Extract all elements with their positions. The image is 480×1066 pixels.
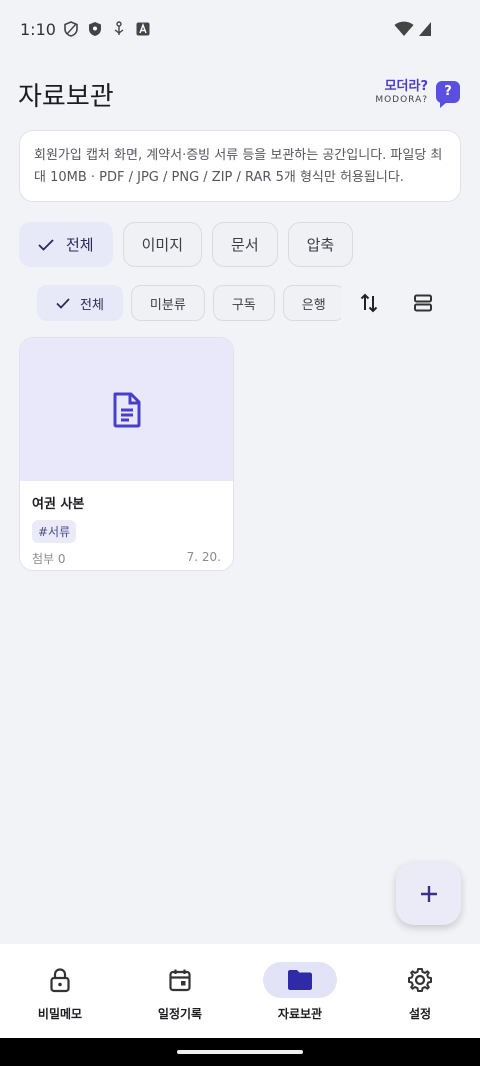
type-chip-label: 압축: [306, 236, 335, 254]
view-toggle-button[interactable]: [410, 290, 436, 316]
gear-icon: [408, 968, 432, 992]
nav-label: 비밀메모: [37, 1007, 83, 1021]
page-title: 자료보관: [18, 82, 114, 112]
nav-label: 설정: [408, 1007, 432, 1021]
document-title: 여권 사본: [32, 497, 85, 512]
wifi-icon: [394, 21, 414, 36]
category-chip-bank[interactable]: 은행: [282, 285, 341, 321]
status-bar: 1:10: [0, 0, 480, 62]
document-icon: [113, 392, 140, 427]
type-chip-image[interactable]: 이미지: [122, 222, 203, 267]
type-filter-chips: 전체 이미지 문서 압축: [19, 222, 354, 267]
app-header: 자료보관 모더라? MODORA? ?: [0, 70, 480, 120]
plus-icon: [420, 885, 437, 902]
info-text: 회원가입 캡처 화면, 계약서·증빙 서류 등을 보관하는 공간입니다. 파일당…: [34, 148, 443, 185]
document-tag: #서류: [32, 520, 77, 543]
system-gesture-bar: [0, 1038, 480, 1066]
document-card[interactable]: 여권 사본 #서류 첨부 0 7. 20.: [19, 337, 234, 571]
shield-icon: [89, 22, 101, 36]
type-chip-document[interactable]: 문서: [212, 222, 278, 267]
category-chip-subscription[interactable]: 구독: [212, 285, 275, 321]
view-agenda-icon: [414, 294, 432, 312]
category-chip-label: 전체: [80, 297, 104, 313]
help-button[interactable]: 모더라? MODORA?: [375, 80, 428, 105]
category-chip-label: 은행: [301, 297, 326, 313]
check-icon: [56, 297, 70, 309]
lock-icon: [50, 968, 70, 993]
category-chip-label: 미분류: [149, 297, 186, 313]
sort-icon: [360, 293, 378, 313]
type-chip-label: 문서: [231, 236, 259, 254]
status-system-icons: [394, 21, 432, 37]
category-chip-unclassified[interactable]: 미분류: [130, 285, 205, 321]
add-file-button[interactable]: [396, 862, 461, 925]
nav-label: 자료보관: [277, 1007, 323, 1021]
nav-item-settings[interactable]: 설정: [360, 944, 480, 1038]
signal-icon: [419, 22, 431, 36]
type-chip-archive[interactable]: 압축: [287, 222, 354, 267]
help-subtitle: MODORA?: [375, 95, 428, 105]
category-filter-chips: 전체 미분류 구독 은행: [37, 285, 341, 322]
home-gesture-handle[interactable]: [177, 1050, 303, 1054]
sort-button[interactable]: [356, 290, 382, 316]
help-title: 모더라?: [384, 79, 428, 94]
status-time: 1:10: [20, 20, 56, 39]
help-bubble-icon[interactable]: ?: [436, 81, 460, 108]
type-chip-all[interactable]: 전체: [19, 222, 113, 267]
shield-outline-icon: [64, 21, 78, 37]
folder-icon: [288, 970, 312, 990]
document-date: 7. 20.: [186, 550, 221, 564]
nav-item-schedule[interactable]: 일정기록: [120, 944, 240, 1038]
document-attachments: 첨부 0: [32, 552, 66, 566]
type-chip-label: 전체: [66, 236, 94, 254]
check-icon: [38, 238, 54, 251]
category-chip-all[interactable]: 전체: [37, 285, 123, 321]
usb-icon: [114, 21, 124, 35]
status-notification-icons: [64, 21, 150, 37]
app-a-icon: [136, 22, 150, 36]
nav-label: 일정기록: [157, 1007, 203, 1021]
info-banner: 회원가입 캡처 화면, 계약서·증빙 서류 등을 보관하는 공간입니다. 파일당…: [19, 130, 461, 202]
calendar-icon: [169, 969, 191, 992]
type-chip-label: 이미지: [141, 236, 184, 254]
document-thumbnail: [20, 338, 233, 481]
nav-item-archive[interactable]: 자료보관: [240, 944, 360, 1038]
nav-item-secret-memo[interactable]: 비밀메모: [0, 944, 120, 1038]
category-chip-label: 구독: [231, 297, 256, 313]
bottom-navigation: 비밀메모 일정기록 자료보관 설정: [0, 944, 480, 1038]
